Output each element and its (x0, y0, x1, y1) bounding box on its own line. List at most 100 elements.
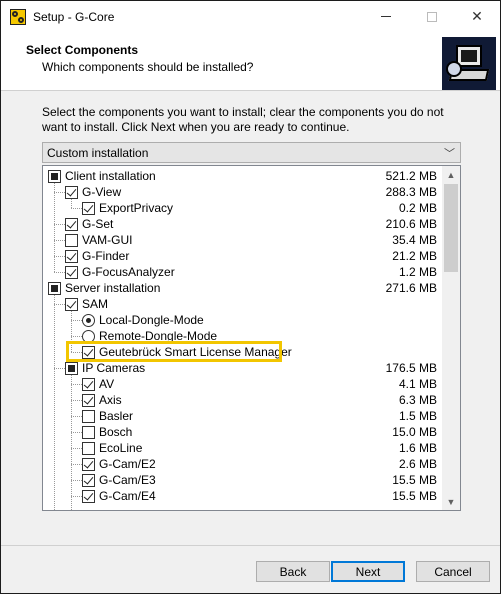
setup-computer-icon (442, 37, 496, 90)
component-row[interactable]: G-Cam/E2 2.6 MB (43, 456, 443, 472)
component-label: Client installation (65, 169, 156, 183)
component-checkbox[interactable] (82, 490, 95, 503)
page-title: Select Components (26, 43, 139, 57)
component-size: 1.5 MB (398, 409, 437, 423)
close-icon: ✕ (471, 8, 483, 24)
component-row[interactable]: Server installation 271.6 MB (43, 280, 443, 296)
component-row[interactable]: AV 4.1 MB (43, 376, 443, 392)
component-label: G-Cam/E2 (99, 457, 156, 471)
component-checkbox[interactable] (82, 410, 95, 423)
back-button[interactable]: Back (256, 561, 330, 582)
component-checkbox[interactable] (82, 394, 95, 407)
component-size: 6.3 MB (398, 393, 437, 407)
scroll-up-icon[interactable]: ▲ (442, 166, 460, 183)
cancel-button[interactable]: Cancel (416, 561, 490, 582)
component-checkbox[interactable] (82, 458, 95, 471)
component-label: G-Cam/E3 (99, 473, 156, 487)
scroll-down-icon[interactable]: ▼ (442, 493, 460, 510)
component-row[interactable]: G-View 288.3 MB (43, 184, 443, 200)
component-label: G-Set (82, 217, 114, 231)
chevron-down-icon: ﹀ (444, 148, 455, 160)
component-label: G-FocusAnalyzer (82, 265, 175, 279)
component-label: G-Cam/E4 (99, 489, 156, 503)
component-checkbox[interactable] (82, 474, 95, 487)
component-row[interactable]: IP Cameras 176.5 MB (43, 360, 443, 376)
component-size: 1.6 MB (398, 441, 437, 455)
component-checkbox[interactable] (82, 442, 95, 455)
component-label: AV (99, 377, 115, 391)
component-row[interactable]: Basler 1.5 MB (43, 408, 443, 424)
component-checkbox[interactable] (65, 298, 78, 311)
component-row[interactable]: G-Set 210.6 MB (43, 216, 443, 232)
component-size: 521.2 MB (385, 169, 437, 183)
component-row[interactable]: G-FocusAnalyzer 1.2 MB (43, 264, 443, 280)
component-checkbox[interactable] (65, 234, 78, 247)
component-row[interactable]: EcoLine 1.6 MB (43, 440, 443, 456)
scrollbar-thumb[interactable] (444, 184, 458, 272)
component-row[interactable]: Local-Dongle-Mode (43, 312, 443, 328)
component-size: 15.0 MB (392, 425, 437, 439)
component-row[interactable]: Client installation 521.2 MB (43, 168, 443, 184)
page-subtitle: Which components should be installed? (42, 60, 254, 74)
close-button[interactable]: ✕ (454, 1, 500, 32)
component-row[interactable]: Bosch 15.0 MB (43, 424, 443, 440)
component-size: 1.2 MB (398, 265, 437, 279)
component-row[interactable]: VAM-GUI 35.4 MB (43, 232, 443, 248)
component-checkbox[interactable] (82, 426, 95, 439)
component-size: 0.2 MB (398, 201, 437, 215)
component-checkbox[interactable] (65, 250, 78, 263)
component-label: Bosch (99, 425, 133, 439)
component-checkbox[interactable] (65, 186, 78, 199)
component-row[interactable]: G-Finder 21.2 MB (43, 248, 443, 264)
component-radio[interactable] (82, 314, 95, 327)
component-label: Local-Dongle-Mode (99, 313, 204, 327)
install-type-value: Custom installation (47, 146, 149, 160)
setup-window: Setup - G-Core ✕ Select Components Which… (0, 0, 501, 594)
component-row[interactable]: Axis 6.3 MB (43, 392, 443, 408)
component-label: Server installation (65, 281, 161, 295)
component-label: SAM (82, 297, 109, 311)
install-type-dropdown[interactable]: Custom installation ﹀ (42, 142, 461, 163)
component-label: VAM-GUI (82, 233, 133, 247)
component-row[interactable]: G-Cam/E3 15.5 MB (43, 472, 443, 488)
next-button[interactable]: Next (331, 561, 405, 582)
component-size: 288.3 MB (385, 185, 437, 199)
component-label: G-View (82, 185, 122, 199)
title-bar[interactable]: Setup - G-Core ✕ (1, 1, 500, 32)
window-title: Setup - G-Core (33, 10, 115, 24)
component-row[interactable]: SAM (43, 296, 443, 312)
component-size: 2.6 MB (398, 457, 437, 471)
component-size: 210.6 MB (385, 217, 437, 231)
component-checkbox[interactable] (82, 202, 95, 215)
component-label: G-Finder (82, 249, 130, 263)
component-size: 15.5 MB (392, 489, 437, 503)
component-label: EcoLine (99, 441, 143, 455)
wizard-header: Select Components Which components shoul… (1, 32, 500, 91)
component-label: ExportPrivacy (99, 201, 174, 215)
component-label: Axis (99, 393, 122, 407)
component-size: 35.4 MB (392, 233, 437, 247)
component-checkbox[interactable] (48, 170, 61, 183)
component-size: 176.5 MB (385, 361, 437, 375)
component-label: Basler (99, 409, 134, 423)
component-size: 4.1 MB (398, 377, 437, 391)
component-checkbox[interactable] (82, 378, 95, 391)
component-checkbox[interactable] (65, 362, 78, 375)
component-size: 15.5 MB (392, 473, 437, 487)
component-row[interactable]: ExportPrivacy 0.2 MB (43, 200, 443, 216)
app-icon (10, 9, 26, 25)
minimize-button[interactable] (363, 1, 409, 32)
maximize-icon (427, 11, 437, 22)
footer-divider (1, 545, 500, 546)
component-checkbox[interactable] (65, 266, 78, 279)
vertical-scrollbar[interactable]: ▲ ▼ (442, 166, 460, 510)
components-list[interactable]: Client installation 521.2 MB G-View 288.3 M… (42, 165, 461, 511)
component-checkbox[interactable] (48, 282, 61, 295)
minimize-icon (381, 16, 391, 17)
component-row[interactable]: G-Cam/E4 15.5 MB (43, 488, 443, 504)
component-size: 271.6 MB (385, 281, 437, 295)
component-checkbox[interactable] (65, 218, 78, 231)
component-label: IP Cameras (82, 361, 146, 375)
maximize-button (409, 1, 455, 32)
instructions-text: Select the components you want to instal… (42, 105, 444, 134)
